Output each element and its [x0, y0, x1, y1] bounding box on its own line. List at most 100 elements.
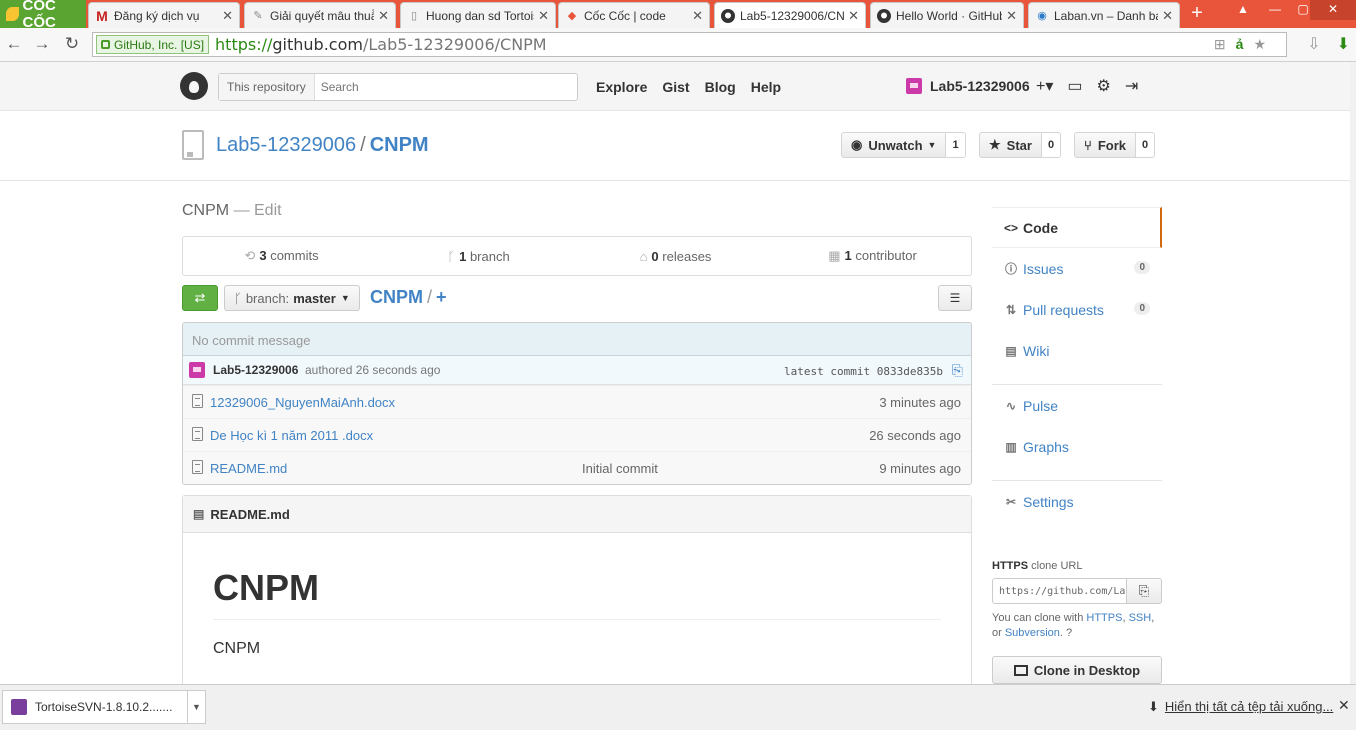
- pulse-icon: ∿: [1005, 398, 1017, 413]
- close-icon[interactable]: ✕: [1006, 8, 1017, 24]
- help-icon[interactable]: ?: [1066, 627, 1072, 639]
- new-file-link[interactable]: +: [436, 287, 447, 307]
- user-menu[interactable]: Lab5-12329006: [906, 78, 1030, 94]
- clone-desktop-button[interactable]: Clone in Desktop: [992, 656, 1162, 684]
- fork-button[interactable]: ⑂ Fork: [1074, 132, 1136, 158]
- typing-icon[interactable]: ả: [1236, 36, 1244, 53]
- compare-button[interactable]: ⇄: [182, 285, 218, 311]
- close-icon[interactable]: ✕: [538, 8, 549, 24]
- clone-help: You can clone with HTTPS, SSH, or Subver…: [992, 612, 1155, 639]
- unwatch-button[interactable]: ◉ Unwatch ▼: [841, 132, 947, 158]
- browser-tab-3[interactable]: ▯ Huong dan sd Tortoise ✕: [400, 2, 556, 28]
- file-commit-message[interactable]: Initial commit: [582, 461, 658, 476]
- scrollbar[interactable]: [1350, 62, 1356, 684]
- sign-out-icon[interactable]: ⇥: [1125, 76, 1138, 96]
- browser-tab-1[interactable]: M Đăng ký dịch vụ ✕: [88, 2, 240, 28]
- github-logo-icon[interactable]: [180, 72, 208, 100]
- sidebar-item-graphs[interactable]: ▥ Graphs: [992, 426, 1162, 467]
- graph-icon: ▥: [1005, 439, 1017, 454]
- nav-blog[interactable]: Blog: [705, 79, 736, 95]
- readme-body: CNPM: [213, 640, 261, 657]
- inbox-icon[interactable]: ▭: [1067, 76, 1082, 96]
- star-button[interactable]: ★ Star: [979, 132, 1042, 158]
- search-scope: This repository: [219, 74, 315, 100]
- file-icon: [192, 460, 203, 474]
- star-label: Star: [1006, 137, 1032, 153]
- url-text[interactable]: https://github.com/Lab5-12329006/CNPM: [215, 35, 547, 54]
- sidebar-item-pull-requests[interactable]: ⇅ Pull requests 0: [992, 289, 1162, 330]
- coccoc-logo[interactable]: CỐC CỐC: [0, 0, 86, 31]
- watch-count[interactable]: 1: [946, 132, 966, 158]
- close-icon[interactable]: ✕: [378, 8, 389, 24]
- security-badge[interactable]: GitHub, Inc. [US]: [96, 35, 210, 54]
- reload-icon[interactable]: ↻: [62, 34, 82, 54]
- download-item[interactable]: TortoiseSVN-1.8.10.2....... ▼: [2, 690, 206, 724]
- show-all-downloads-link[interactable]: ⬇ Hiển thị tất cả tệp tải xuống...: [1148, 699, 1333, 715]
- clipboard-icon[interactable]: ⎘: [952, 362, 963, 379]
- nav-help[interactable]: Help: [751, 79, 781, 95]
- nav-gist[interactable]: Gist: [662, 79, 689, 95]
- edit-description-link[interactable]: — Edit: [234, 202, 282, 219]
- address-bar[interactable]: GitHub, Inc. [US] https://github.com/Lab…: [92, 32, 1287, 57]
- bookmark-star-icon[interactable]: ★: [1253, 36, 1266, 53]
- avatar[interactable]: [189, 362, 205, 378]
- close-icon[interactable]: ✕: [1338, 697, 1350, 714]
- tab-title: Cốc Cốc | code: [584, 8, 666, 23]
- browser-tab-6[interactable]: Hello World · GitHub ✕: [870, 2, 1024, 28]
- sidebar-item-settings[interactable]: ✂ Settings: [992, 481, 1162, 522]
- sidebar-item-code[interactable]: <> Code: [992, 207, 1162, 248]
- browser-tab-7[interactable]: ◉ Laban.vn – Danh bạ ✕: [1028, 2, 1180, 28]
- stat-commits[interactable]: ⟲ 3 commits: [183, 248, 380, 264]
- stat-branches[interactable]: ᚴ1 branch: [380, 249, 577, 264]
- gear-icon[interactable]: ⚙: [1097, 76, 1111, 96]
- browser-tab-2[interactable]: ✎ Giải quyết mâu thuẫn ✕: [244, 2, 396, 28]
- sidebar-item-issues[interactable]: ⓘ Issues 0: [992, 248, 1162, 289]
- plus-icon[interactable]: +▾: [1036, 76, 1053, 96]
- savefile-icon[interactable]: ⇩: [1307, 34, 1320, 54]
- compare-icon: ⇄: [194, 290, 206, 305]
- browser-tab-4[interactable]: ◆ Cốc Cốc | code ✕: [558, 2, 710, 28]
- clone-ssh-link[interactable]: SSH: [1129, 612, 1152, 624]
- stat-releases[interactable]: ⌂ 0 releases: [577, 249, 774, 264]
- stat-contributors[interactable]: ▦ 1 contributor: [774, 248, 971, 264]
- commit-message[interactable]: No commit message: [183, 323, 971, 356]
- close-icon[interactable]: ✕: [222, 8, 233, 24]
- nav-explore[interactable]: Explore: [596, 79, 647, 95]
- clone-url-input[interactable]: [992, 578, 1127, 604]
- close-icon[interactable]: ✕: [1162, 8, 1173, 24]
- clone-subversion-link[interactable]: Subversion: [1005, 627, 1060, 639]
- clipboard-icon[interactable]: ⎘: [1127, 578, 1162, 604]
- download-icon[interactable]: ⬇: [1337, 34, 1350, 54]
- file-name-link[interactable]: 12329006_NguyenMaiAnh.docx: [210, 395, 395, 410]
- sidebar-item-wiki[interactable]: ▤ Wiki: [992, 330, 1162, 371]
- commit-sha[interactable]: 0833de835b: [877, 365, 943, 378]
- minimize-icon[interactable]: —: [1260, 0, 1290, 20]
- back-arrow-icon[interactable]: ←: [4, 34, 24, 54]
- forward-arrow-icon[interactable]: →: [32, 34, 52, 54]
- commit-meta: Lab5-12329006 authored 26 seconds ago la…: [183, 356, 971, 385]
- commit-author[interactable]: Lab5-12329006: [213, 363, 298, 377]
- pull-request-icon: ⇅: [1005, 302, 1017, 317]
- close-icon[interactable]: ✕: [692, 8, 703, 24]
- close-icon[interactable]: ✕: [848, 8, 859, 24]
- star-count[interactable]: 0: [1041, 132, 1062, 158]
- list-view-button[interactable]: ☰: [938, 285, 972, 311]
- fork-count[interactable]: 0: [1135, 132, 1156, 158]
- file-name-link[interactable]: README.md: [210, 461, 287, 476]
- file-name-link[interactable]: De Học kì 1 năm 2011 .docx: [210, 428, 373, 443]
- window-close-icon[interactable]: ✕: [1310, 0, 1356, 20]
- browser-tab-5[interactable]: Lab5-12329006/CNPM ✕: [714, 2, 866, 28]
- chevron-down-icon[interactable]: ▼: [187, 691, 205, 723]
- translate-icon[interactable]: ⊞: [1214, 36, 1226, 53]
- repo-name-link[interactable]: CNPM: [370, 134, 429, 156]
- sidebar-item-label: Graphs: [1023, 438, 1069, 455]
- clone-https-link[interactable]: HTTPS: [1086, 612, 1122, 624]
- url-scheme: https://: [215, 35, 273, 54]
- repo-owner-link[interactable]: Lab5-12329006: [216, 134, 356, 156]
- sidebar-item-pulse[interactable]: ∿ Pulse: [992, 385, 1162, 426]
- breadcrumb-root[interactable]: CNPM: [370, 287, 423, 307]
- user-icon[interactable]: ▲: [1228, 0, 1258, 20]
- branch-select[interactable]: ᚴ branch: master ▼: [224, 285, 360, 311]
- search-input[interactable]: [320, 75, 561, 99]
- new-tab-button[interactable]: +: [1184, 3, 1210, 24]
